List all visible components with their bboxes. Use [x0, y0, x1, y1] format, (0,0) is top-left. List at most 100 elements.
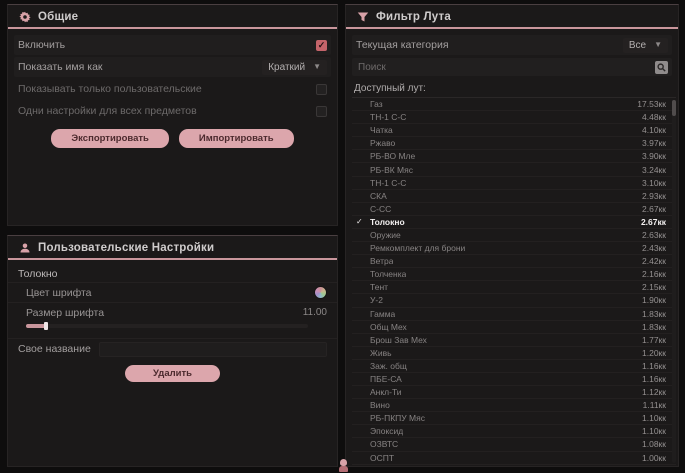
- font-color-label: Цвет шрифта: [26, 287, 92, 299]
- loot-item-row[interactable]: ТН-1 С-С4.48кк: [352, 111, 676, 124]
- only-custom-checkbox[interactable]: ✓: [316, 84, 327, 95]
- loot-item-value: 2.43кк: [642, 243, 666, 253]
- loot-item-row[interactable]: Ремкомплект для брони 2.43кк: [352, 242, 676, 255]
- loot-item-row[interactable]: Живь 1.20кк: [352, 347, 676, 360]
- user-settings-title: Пользовательские Настройки: [38, 242, 214, 254]
- loot-item-name: Ремкомплект для брони: [370, 243, 465, 253]
- search-input[interactable]: [356, 61, 649, 74]
- export-button[interactable]: Экспортировать: [51, 129, 168, 148]
- loot-filter-panel: Фильтр Лута Текущая категория Все ▼ Дост…: [345, 4, 679, 467]
- custom-name-input[interactable]: [99, 342, 327, 357]
- loot-item-row[interactable]: ПБЕ-СА1.16кк: [352, 373, 676, 386]
- loot-item-row[interactable]: Заж. общ 1.16кк: [352, 360, 676, 373]
- user-settings-panel: Пользовательские Настройки Толокно Цвет …: [7, 235, 338, 467]
- loot-item-row[interactable]: Гамма1.83кк: [352, 308, 676, 321]
- general-panel-title: Общие: [38, 11, 78, 23]
- same-settings-checkbox[interactable]: ✓: [316, 106, 327, 117]
- loot-item-value: 4.48кк: [642, 112, 666, 122]
- loot-item-row[interactable]: РБ-ВК Мяс3.24кк: [352, 163, 676, 176]
- loot-item-name: Ветра: [370, 256, 393, 266]
- enable-checkbox[interactable]: ✓: [316, 40, 327, 51]
- loot-item-row[interactable]: РБ-ВО Мле3.90кк: [352, 150, 676, 163]
- loot-item-value: 1.10кк: [642, 426, 666, 436]
- loot-item-row[interactable]: Ветра2.42кк: [352, 255, 676, 268]
- loot-item-value: 1.16кк: [642, 361, 666, 371]
- font-size-label: Размер шрифта: [26, 307, 104, 319]
- loot-item-value: 4.10кк: [642, 125, 666, 135]
- loot-item-row[interactable]: РБ-ПКПУ Мяс1.10кк: [352, 412, 676, 425]
- loot-item-row[interactable]: Оружие2.63кк: [352, 229, 676, 242]
- cursor-icon: [339, 459, 348, 472]
- font-size-value: 11.00: [303, 307, 327, 318]
- loot-item-row[interactable]: Вино1.11кк: [352, 399, 676, 412]
- only-custom-label: Показывать только пользовательские: [18, 83, 202, 95]
- font-size-slider[interactable]: [26, 324, 308, 328]
- loot-filter-header: Фильтр Лута: [346, 5, 678, 29]
- loot-item-row[interactable]: Чатка 4.10кк: [352, 124, 676, 137]
- category-row: Текущая категория Все ▼: [352, 35, 672, 55]
- category-select[interactable]: Все ▼: [623, 38, 668, 53]
- show-name-as-label: Показать имя как: [18, 61, 103, 73]
- same-settings-row: Одни настройки для всех предметов ✓: [14, 101, 331, 121]
- loot-item-value: 2.15кк: [642, 282, 666, 292]
- loot-item-name: ОЗВТС: [370, 439, 398, 449]
- loot-filter-title: Фильтр Лута: [376, 11, 451, 23]
- font-size-row: Размер шрифта 11.00: [8, 302, 337, 322]
- loot-item-name: ТН-1 С-С: [370, 178, 406, 188]
- loot-item-row[interactable]: С-СС2.67кк: [352, 203, 676, 216]
- check-icon: ✓: [356, 217, 363, 226]
- loot-item-row[interactable]: Тент2.15кк: [352, 281, 676, 294]
- loot-item-value: 1.90кк: [642, 295, 666, 305]
- delete-button[interactable]: Удалить: [125, 365, 220, 382]
- selected-item-name: Толокно: [8, 260, 337, 282]
- loot-item-row[interactable]: У-2 1.90кк: [352, 294, 676, 307]
- loot-item-name: Заж. общ: [370, 361, 407, 371]
- loot-item-name: Анкл-Ти: [370, 387, 402, 397]
- loot-item-row[interactable]: Ржаво 3.97кк: [352, 137, 676, 150]
- loot-item-value: 1.12кк: [642, 387, 666, 397]
- loot-item-name: У-2: [370, 295, 383, 305]
- loot-item-row[interactable]: Анкл-Ти 1.12кк: [352, 386, 676, 399]
- search-icon[interactable]: [655, 61, 668, 74]
- gear-icon: [18, 10, 31, 23]
- loot-item-row[interactable]: ОСПТ1.00кк: [352, 452, 676, 465]
- user-settings-header: Пользовательские Настройки: [8, 236, 337, 260]
- loot-item-row[interactable]: ✓Толокно2.67кк: [352, 216, 676, 229]
- slider-thumb[interactable]: [44, 322, 48, 330]
- color-picker-icon[interactable]: [314, 286, 327, 299]
- loot-item-row[interactable]: Газ17.53кк: [352, 98, 676, 111]
- loot-item-row[interactable]: Толченка2.16кк: [352, 268, 676, 281]
- font-color-row: Цвет шрифта: [8, 282, 337, 302]
- loot-item-name: РБ-ВК Мяс: [370, 165, 413, 175]
- show-name-as-select[interactable]: Краткий ▼: [262, 60, 327, 75]
- loot-item-row[interactable]: Брош Зав Мех1.77кк: [352, 334, 676, 347]
- loot-item-row[interactable]: СКА2.93кк: [352, 190, 676, 203]
- loot-item-value: 1.10кк: [642, 413, 666, 423]
- loot-item-row[interactable]: ТН-1 С-С3.10кк: [352, 177, 676, 190]
- category-label: Текущая категория: [356, 39, 449, 51]
- loot-item-name: Ржаво: [370, 138, 395, 148]
- loot-item-name: Чатка: [370, 125, 393, 135]
- custom-name-label: Свое название: [18, 343, 91, 355]
- same-settings-label: Одни настройки для всех предметов: [18, 105, 197, 117]
- loot-item-name: Оружие: [370, 230, 401, 240]
- loot-item-name: Эпоксид: [370, 426, 403, 436]
- general-panel: Общие Включить ✓ Показать имя как Кратки…: [7, 4, 338, 226]
- loot-scroll-thumb[interactable]: [672, 100, 676, 116]
- import-button[interactable]: Импортировать: [179, 129, 294, 148]
- loot-item-value: 1.16кк: [642, 374, 666, 384]
- loot-item-name: Живь: [370, 348, 392, 358]
- loot-item-name: Толокно: [370, 217, 405, 227]
- loot-item-name: Общ Мех: [370, 322, 407, 332]
- loot-item-value: 1.20кк: [642, 348, 666, 358]
- loot-item-row[interactable]: Общ Мех 1.83кк: [352, 321, 676, 334]
- loot-item-value: 1.77кк: [642, 335, 666, 345]
- loot-scrollbar[interactable]: [672, 100, 676, 463]
- loot-item-value: 1.11кк: [643, 400, 666, 410]
- loot-item-value: 1.83кк: [642, 322, 666, 332]
- loot-item-value: 3.97кк: [642, 138, 666, 148]
- loot-item-value: 2.16кк: [642, 269, 666, 279]
- loot-item-row[interactable]: ОЗВТС1.08кк: [352, 438, 676, 451]
- font-size-slider-wrap: [8, 322, 337, 334]
- loot-item-row[interactable]: Эпоксид 1.10кк: [352, 425, 676, 438]
